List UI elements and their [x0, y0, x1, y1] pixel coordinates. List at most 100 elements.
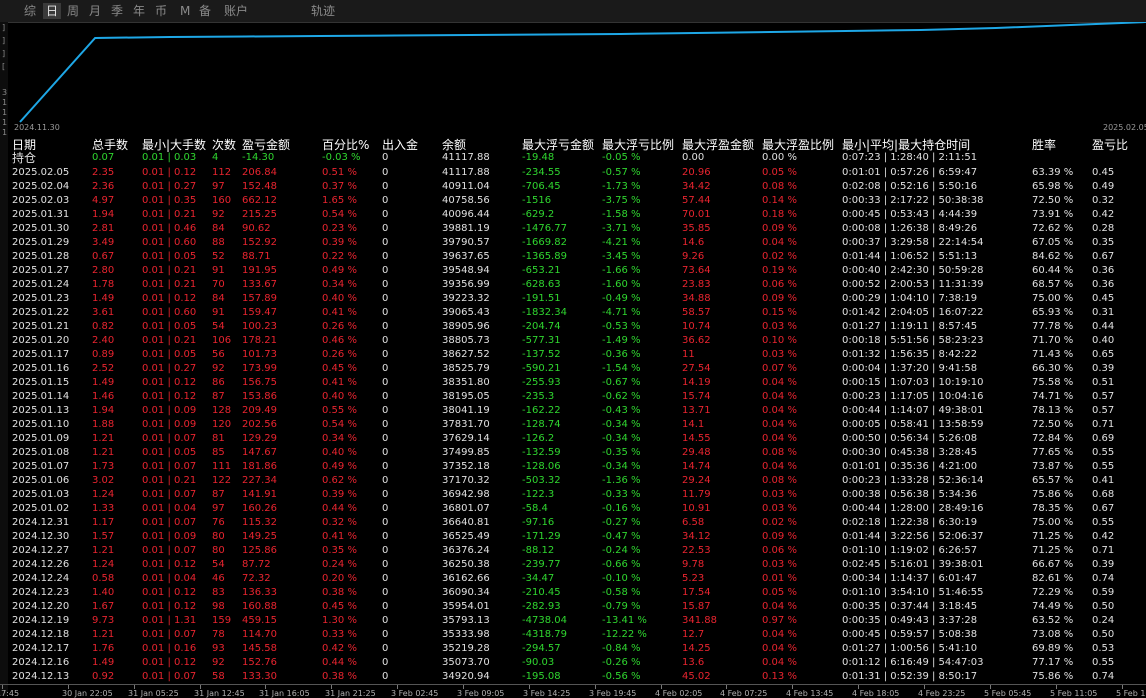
cell-max-float-loss: -1476.77 [522, 223, 567, 234]
cell-win-rate: 75.00 % [1032, 517, 1074, 528]
cell-win-rate: 73.91 % [1032, 209, 1074, 220]
cell-max-float-loss: -1516 [522, 195, 552, 206]
cell-min-max-lots: 0.01 | 0.05 [142, 447, 197, 458]
cell-max-float-profit-ratio: 0.01 % [762, 573, 797, 584]
cell-max-float-profit: 10.91 [682, 503, 711, 514]
cell-min-max-lots: 0.01 | 0.46 [142, 223, 197, 234]
cell-percent: 0.32 % [322, 517, 357, 528]
cell-percent: 0.42 % [322, 643, 357, 654]
cell-balance: 36801.07 [442, 503, 490, 514]
cell-min-max-lots: 0.01 | 0.21 [142, 265, 197, 276]
cell-balance: 38905.96 [442, 321, 490, 332]
tab-currency[interactable]: 币 [155, 3, 167, 19]
cell-pnl: 206.84 [242, 167, 277, 178]
cell-holding-time: 0:02:18 | 1:22:38 | 6:30:19 [842, 517, 978, 528]
cell-min-max-lots: 0.01 | 0.04 [142, 503, 197, 514]
cell-max-float-profit: 14.19 [682, 377, 711, 388]
cell-count: 112 [212, 167, 232, 178]
chart-start-date: 2024.11.30 [14, 123, 60, 132]
cell-pnl: 227.34 [242, 475, 277, 486]
cell-date: 2025.01.30 [12, 223, 70, 234]
cell-holding-time: 0:01:12 | 6:16:49 | 54:47:03 [842, 657, 984, 668]
cell-balance: 39065.43 [442, 307, 490, 318]
tab-year[interactable]: 年 [133, 3, 145, 19]
cell-win-rate: 72.50 % [1032, 195, 1074, 206]
cell-max-float-loss: -282.93 [522, 601, 561, 612]
cell-max-float-loss-ratio: -0.26 % [602, 657, 641, 668]
cell-holding-time: 0:00:18 | 5:51:56 | 58:23:23 [842, 335, 984, 346]
cell-max-float-profit: 13.6 [682, 657, 705, 668]
cell-max-float-profit: 29.48 [682, 447, 711, 458]
cell-max-float-profit-ratio: 0.03 % [762, 349, 797, 360]
cell-count: 56 [212, 349, 225, 360]
cell-max-float-profit-ratio: 0.04 % [762, 461, 797, 472]
cell-max-float-loss: -1669.82 [522, 237, 567, 248]
cell-deposit-withdraw: 0 [382, 531, 389, 542]
cell-pnl: 160.88 [242, 601, 277, 612]
cell-max-float-loss: -235.3 [522, 391, 555, 402]
cell-max-float-profit: 14.25 [682, 643, 711, 654]
tab-m[interactable]: M [180, 3, 190, 19]
axis-tick-label: 3 Feb 09:05 [457, 689, 505, 698]
cell-max-float-loss-ratio: -3.75 % [602, 195, 641, 206]
cell-total-lots: 1.67 [92, 601, 115, 612]
axis-tick-label: 5 Feb 16:25 [1116, 689, 1146, 698]
tab-summary[interactable]: 综 [24, 3, 36, 19]
tab-day[interactable]: 日 [43, 3, 62, 19]
cell-balance: 38627.52 [442, 349, 490, 360]
cell-date: 2025.01.27 [12, 265, 70, 276]
cell-count: 97 [212, 503, 225, 514]
cell-percent: 0.39 % [322, 237, 357, 248]
cell-total-lots: 2.81 [92, 223, 115, 234]
cell-date: 2025.01.31 [12, 209, 70, 220]
tab-notes[interactable]: 备 [199, 3, 211, 19]
tab-month[interactable]: 月 [89, 3, 101, 19]
cell-max-float-profit-ratio: 0.02 % [762, 251, 797, 262]
tab-account[interactable]: 账户 [224, 3, 248, 19]
holding-min-max-lots: 0.01 | 0.03 [142, 152, 197, 163]
cell-total-lots: 0.58 [92, 573, 115, 584]
cell-win-rate: 84.62 % [1032, 251, 1074, 262]
cell-min-max-lots: 0.01 | 0.07 [142, 489, 197, 500]
cell-profit-loss-ratio: 0.39 [1092, 363, 1115, 374]
tab-trajectory[interactable]: 轨迹 [311, 3, 335, 19]
cell-count: 54 [212, 559, 225, 570]
cell-max-float-profit-ratio: 0.08 % [762, 475, 797, 486]
cell-max-float-loss: -577.31 [522, 335, 561, 346]
cell-pnl: 152.76 [242, 657, 277, 668]
cell-max-float-loss-ratio: -4.21 % [602, 237, 641, 248]
tab-quarter[interactable]: 季 [111, 3, 123, 19]
header-win-rate[interactable]: 胜率 [1032, 137, 1056, 153]
cell-max-float-profit: 14.6 [682, 237, 705, 248]
cell-balance: 36090.34 [442, 587, 490, 598]
cell-min-max-lots: 0.01 | 0.09 [142, 405, 197, 416]
cell-min-max-lots: 0.01 | 0.27 [142, 363, 197, 374]
cell-total-lots: 2.36 [92, 181, 115, 192]
cell-profit-loss-ratio: 0.67 [1092, 503, 1115, 514]
cell-profit-loss-ratio: 0.55 [1092, 447, 1115, 458]
cell-pnl: 87.72 [242, 559, 271, 570]
cell-total-lots: 1.17 [92, 517, 115, 528]
cell-max-float-profit-ratio: 0.13 % [762, 671, 797, 682]
cell-max-float-loss-ratio: -3.45 % [602, 251, 641, 262]
cell-max-float-profit: 10.74 [682, 321, 711, 332]
axis-tick-label: 4 Feb 02:05 [655, 689, 703, 698]
cell-profit-loss-ratio: 0.42 [1092, 531, 1115, 542]
cell-max-float-profit: 15.87 [682, 601, 711, 612]
cell-profit-loss-ratio: 0.31 [1092, 307, 1115, 318]
cell-pnl: 209.49 [242, 405, 277, 416]
cell-profit-loss-ratio: 0.45 [1092, 167, 1115, 178]
cell-max-float-profit-ratio: 0.02 % [762, 517, 797, 528]
cell-min-max-lots: 0.01 | 0.16 [142, 643, 197, 654]
cell-win-rate: 65.57 % [1032, 475, 1074, 486]
cell-max-float-loss: -239.77 [522, 559, 561, 570]
cell-percent: 0.62 % [322, 475, 357, 486]
cell-count: 76 [212, 517, 225, 528]
header-profit-loss-ratio[interactable]: 盈亏比 [1092, 137, 1128, 153]
cell-holding-time: 0:00:05 | 0:58:41 | 13:58:59 [842, 419, 984, 430]
tab-week[interactable]: 周 [67, 3, 79, 19]
cell-max-float-loss: -34.47 [522, 573, 555, 584]
axis-tick-label: 5 Feb 11:05 [1050, 689, 1098, 698]
cell-deposit-withdraw: 0 [382, 391, 389, 402]
cell-count: 106 [212, 335, 232, 346]
